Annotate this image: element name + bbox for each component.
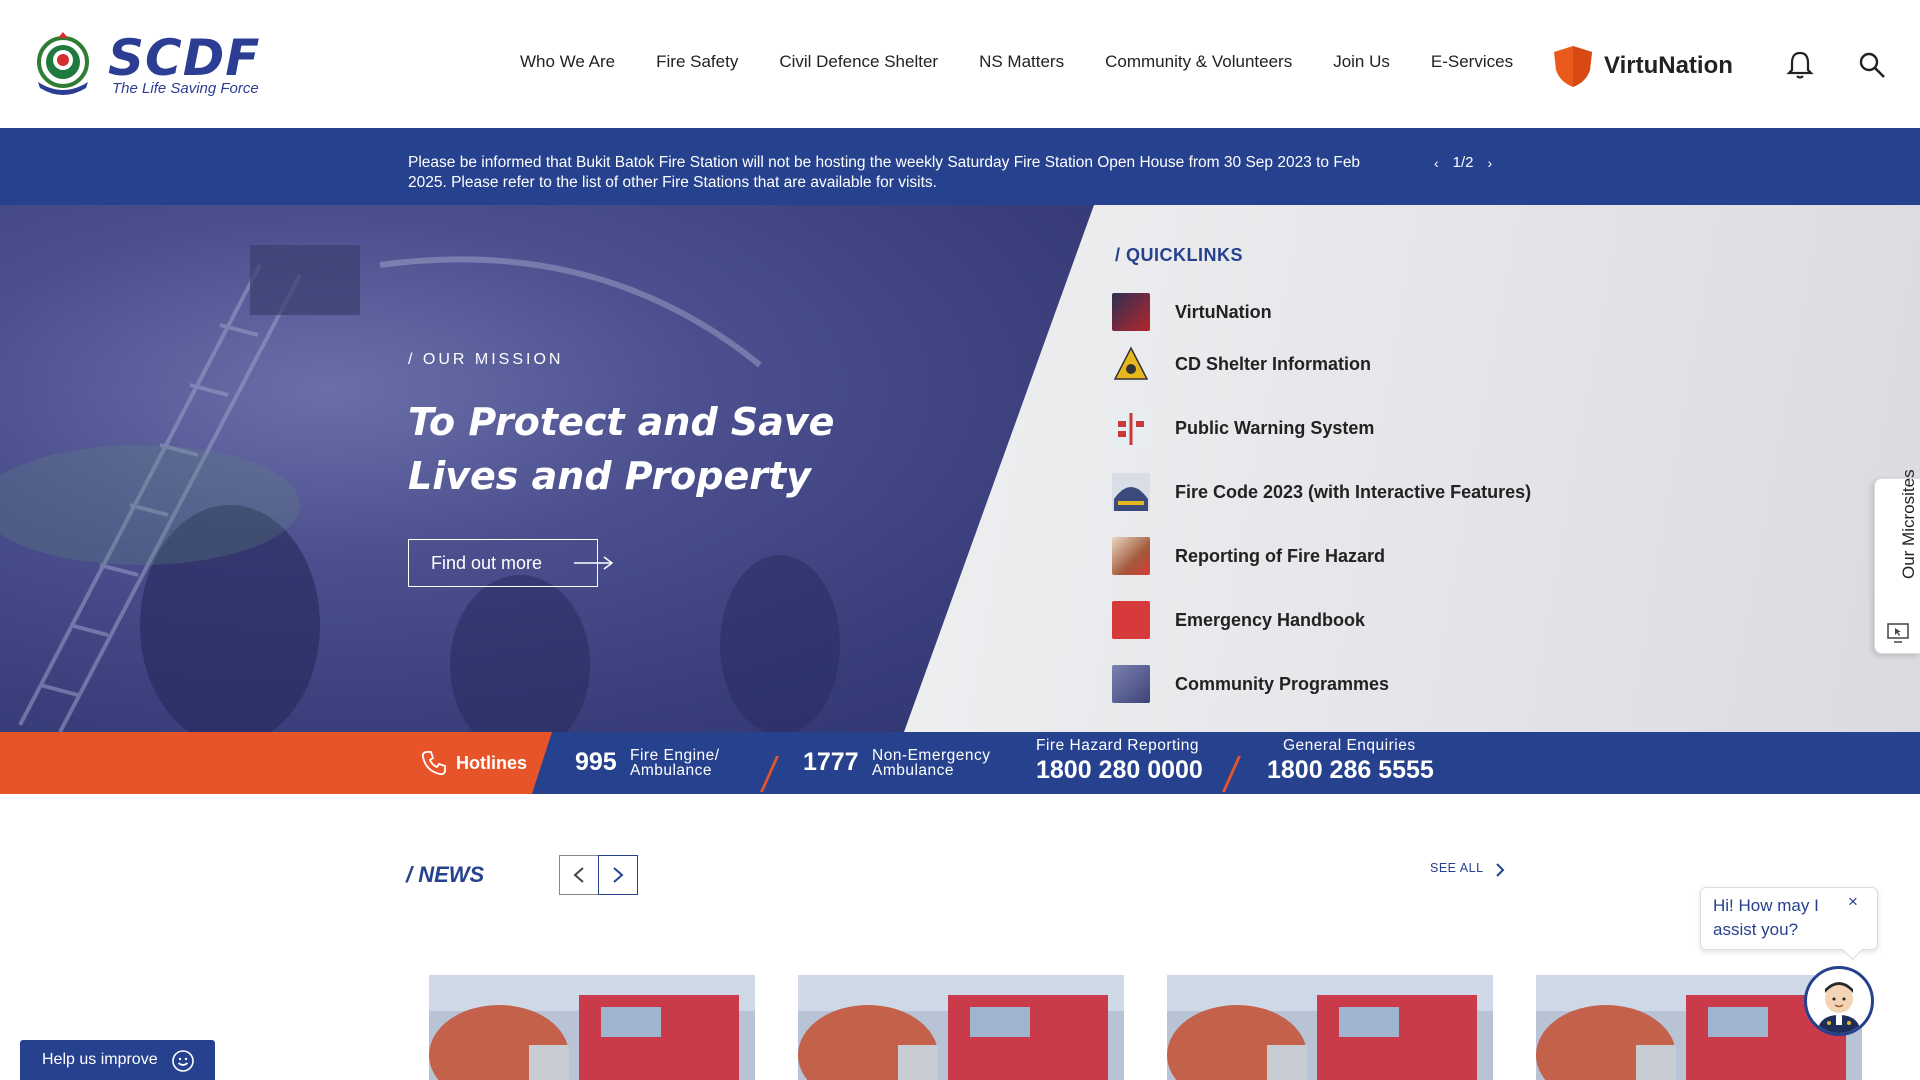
quicklink-emergency-handbook[interactable]: Emergency Handbook (1112, 601, 1365, 639)
chevron-right-icon[interactable] (1494, 862, 1506, 878)
quicklink-label: VirtuNation (1175, 301, 1272, 322)
bell-icon[interactable] (1786, 50, 1814, 80)
chevron-left-icon[interactable]: ‹ (1434, 155, 1439, 171)
smiley-icon (172, 1050, 194, 1072)
hotlines-text: Hotlines (456, 752, 528, 773)
quicklink-label: Community Programmes (1175, 673, 1390, 694)
hotline-number: 1800 286 5555 (1267, 756, 1434, 784)
announcement-text: Please be informed that Bukit Batok Fire… (408, 154, 1361, 191)
quicklink-label: Reporting of Fire Hazard (1175, 545, 1386, 566)
quicklink-community-programmes[interactable]: Community Programmes (1112, 665, 1389, 703)
hotline-number: 995 (575, 748, 617, 776)
community-thumbnail (1112, 665, 1150, 703)
handbook-thumbnail (1112, 601, 1150, 639)
close-icon[interactable]: × (1848, 892, 1858, 912)
chatbot-avatar-button[interactable] (1804, 966, 1874, 1036)
news-thumbnail-image (798, 975, 1124, 1080)
quicklink-public-warning[interactable]: Public Warning System (1112, 409, 1374, 447)
quicklink-label: Emergency Handbook (1175, 609, 1366, 630)
quicklink-label: Public Warning System (1175, 417, 1375, 438)
news-prev-button[interactable] (559, 855, 599, 895)
siren-tower-icon (1112, 409, 1150, 447)
news-card[interactable] (798, 975, 1124, 1080)
quicklink-fire-code[interactable]: Fire Code 2023 (with Interactive Feature… (1112, 473, 1531, 511)
divider (759, 756, 780, 792)
nav-ns-matters[interactable]: NS Matters (979, 52, 1064, 72)
quicklink-label: Fire Code 2023 (with Interactive Feature… (1175, 481, 1532, 502)
virtunation-link[interactable]: VirtuNation (1552, 44, 1733, 88)
logo-tagline: The Life Saving Force (112, 80, 259, 97)
help-us-improve-button[interactable]: Help us improve (20, 1040, 215, 1080)
nav-join-us[interactable]: Join Us (1333, 52, 1390, 72)
hotlines-label: Hotlines (420, 749, 527, 777)
arrow-right-icon (574, 556, 614, 570)
quicklinks-title: / QUICKLINKS (1115, 245, 1244, 265)
see-all-link[interactable]: SEE ALL (1430, 861, 1484, 875)
chatbot-officer-icon (1817, 982, 1861, 1033)
quicklink-virtunation[interactable]: VirtuNation (1112, 293, 1272, 331)
nav-fire-safety[interactable]: Fire Safety (656, 52, 738, 72)
logo-wordmark: SCDF (108, 29, 261, 87)
help-label: Help us improve (42, 1051, 158, 1068)
our-microsites-tab[interactable]: Our Microsites (1874, 469, 1920, 654)
find-out-more-button[interactable]: Find out more (408, 539, 598, 587)
quicklink-cd-shelter[interactable]: CD Shelter Information (1112, 345, 1371, 383)
phone-icon (421, 751, 446, 776)
building-icon (1112, 473, 1150, 511)
chevron-left-icon (573, 867, 584, 883)
news-title: / NEWS (406, 862, 485, 887)
chevron-right-icon[interactable]: › (1488, 155, 1493, 171)
virtunation-label: VirtuNation (1604, 52, 1733, 79)
hero-kicker: / OUR MISSION (408, 351, 564, 368)
chevron-right-icon (613, 867, 624, 883)
nav-e-services[interactable]: E-Services (1431, 52, 1513, 72)
site-header: SCDF The Life Saving Force Who We Are Fi… (0, 0, 1920, 128)
divider (1221, 756, 1242, 792)
hotline-desc-1: Fire Engine/ (630, 747, 720, 764)
announcement-bar: Please be informed that Bukit Batok Fire… (0, 128, 1920, 205)
nav-civil-defence-shelter[interactable]: Civil Defence Shelter (779, 52, 938, 72)
hero-title: To Protect and Save Lives and Property (408, 400, 835, 498)
fire-hazard-thumbnail (1112, 537, 1150, 575)
quicklink-label: CD Shelter Information (1175, 353, 1372, 374)
hotline-desc-1: Non-Emergency (872, 747, 991, 764)
microsites-label: Our Microsites (1899, 469, 1918, 579)
hotline-heading: Fire Hazard Reporting (1036, 737, 1199, 754)
hotline-number: 1800 280 0000 (1036, 756, 1203, 784)
scdf-emblem-icon (37, 32, 89, 95)
scdf-logo[interactable]: SCDF The Life Saving Force (30, 28, 260, 100)
hero-section: / OUR MISSION To Protect and Save Lives … (0, 205, 1920, 732)
news-thumbnail-image (1167, 975, 1493, 1080)
chat-prompt: Hi! How may I assist you? (1713, 896, 1819, 939)
chat-greeting-bubble: Hi! How may I assist you? × (1700, 887, 1878, 950)
news-thumbnail-image (429, 975, 755, 1080)
search-icon[interactable] (1858, 51, 1886, 79)
pager-count: 1/2 (1452, 154, 1474, 171)
announcement-pager: ‹ 1/2 › (1434, 154, 1492, 171)
hotline-heading: General Enquiries (1283, 737, 1416, 754)
virtunation-thumbnail (1112, 293, 1150, 331)
quicklink-reporting-fire-hazard[interactable]: Reporting of Fire Hazard (1112, 537, 1385, 575)
hotline-desc-2: Ambulance (630, 762, 713, 779)
news-next-button[interactable] (598, 855, 638, 895)
nav-who-we-are[interactable]: Who We Are (520, 52, 615, 72)
news-card[interactable] (1167, 975, 1493, 1080)
news-card[interactable] (429, 975, 755, 1080)
hotline-number: 1777 (803, 748, 859, 776)
shield-icon (1554, 46, 1592, 87)
hotlines-bar: Hotlines 995 Fire Engine/ Ambulance 1777… (0, 732, 1920, 794)
main-nav: Who We Are Fire Safety Civil Defence She… (520, 52, 1554, 72)
hotline-desc-2: Ambulance (872, 762, 955, 779)
nav-community-volunteers[interactable]: Community & Volunteers (1105, 52, 1292, 72)
monitor-cursor-icon (1887, 623, 1909, 643)
warning-triangle-icon (1113, 346, 1149, 380)
